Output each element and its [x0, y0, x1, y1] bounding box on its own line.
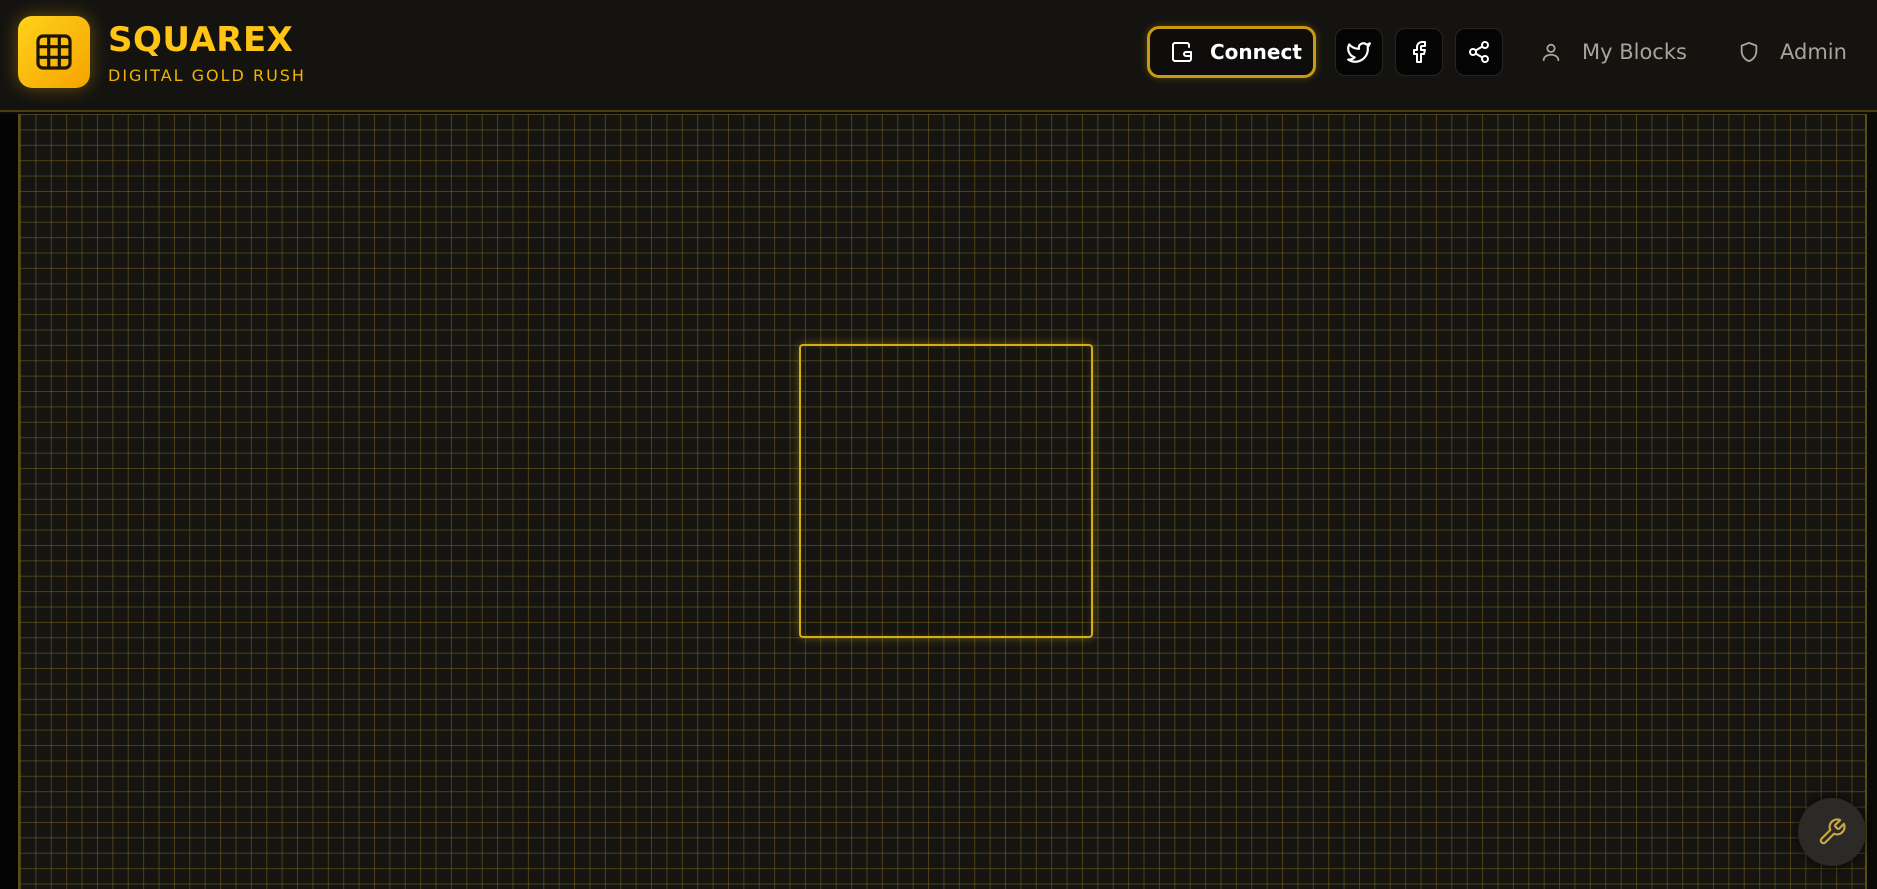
- top-header: SQUAREX DIGITAL GOLD RUSH Connect My Blo…: [0, 0, 1877, 112]
- shield-icon: [1738, 41, 1760, 63]
- nav-admin-label: Admin: [1780, 40, 1847, 64]
- twitter-button[interactable]: [1335, 28, 1383, 76]
- connect-label: Connect: [1210, 40, 1302, 64]
- logo[interactable]: [18, 16, 90, 88]
- right-edge: [1867, 114, 1877, 889]
- twitter-icon: [1346, 39, 1372, 65]
- nav-my-blocks[interactable]: My Blocks: [1540, 34, 1687, 70]
- selection-box[interactable]: [799, 344, 1093, 638]
- left-edge: [0, 114, 18, 889]
- brand-title: SQUAREX: [108, 20, 294, 60]
- grid-icon: [34, 32, 74, 72]
- nav-my-blocks-label: My Blocks: [1582, 40, 1687, 64]
- tools-button[interactable]: [1798, 798, 1866, 866]
- wallet-icon: [1170, 40, 1194, 64]
- user-icon: [1540, 41, 1562, 63]
- share-button[interactable]: [1455, 28, 1503, 76]
- connect-wallet-button[interactable]: Connect: [1147, 26, 1316, 78]
- facebook-icon: [1407, 40, 1431, 64]
- brand-subtitle: DIGITAL GOLD RUSH: [108, 66, 306, 85]
- nav-admin[interactable]: Admin: [1738, 34, 1847, 70]
- wrench-icon: [1817, 817, 1847, 847]
- share-icon: [1467, 40, 1491, 64]
- facebook-button[interactable]: [1395, 28, 1443, 76]
